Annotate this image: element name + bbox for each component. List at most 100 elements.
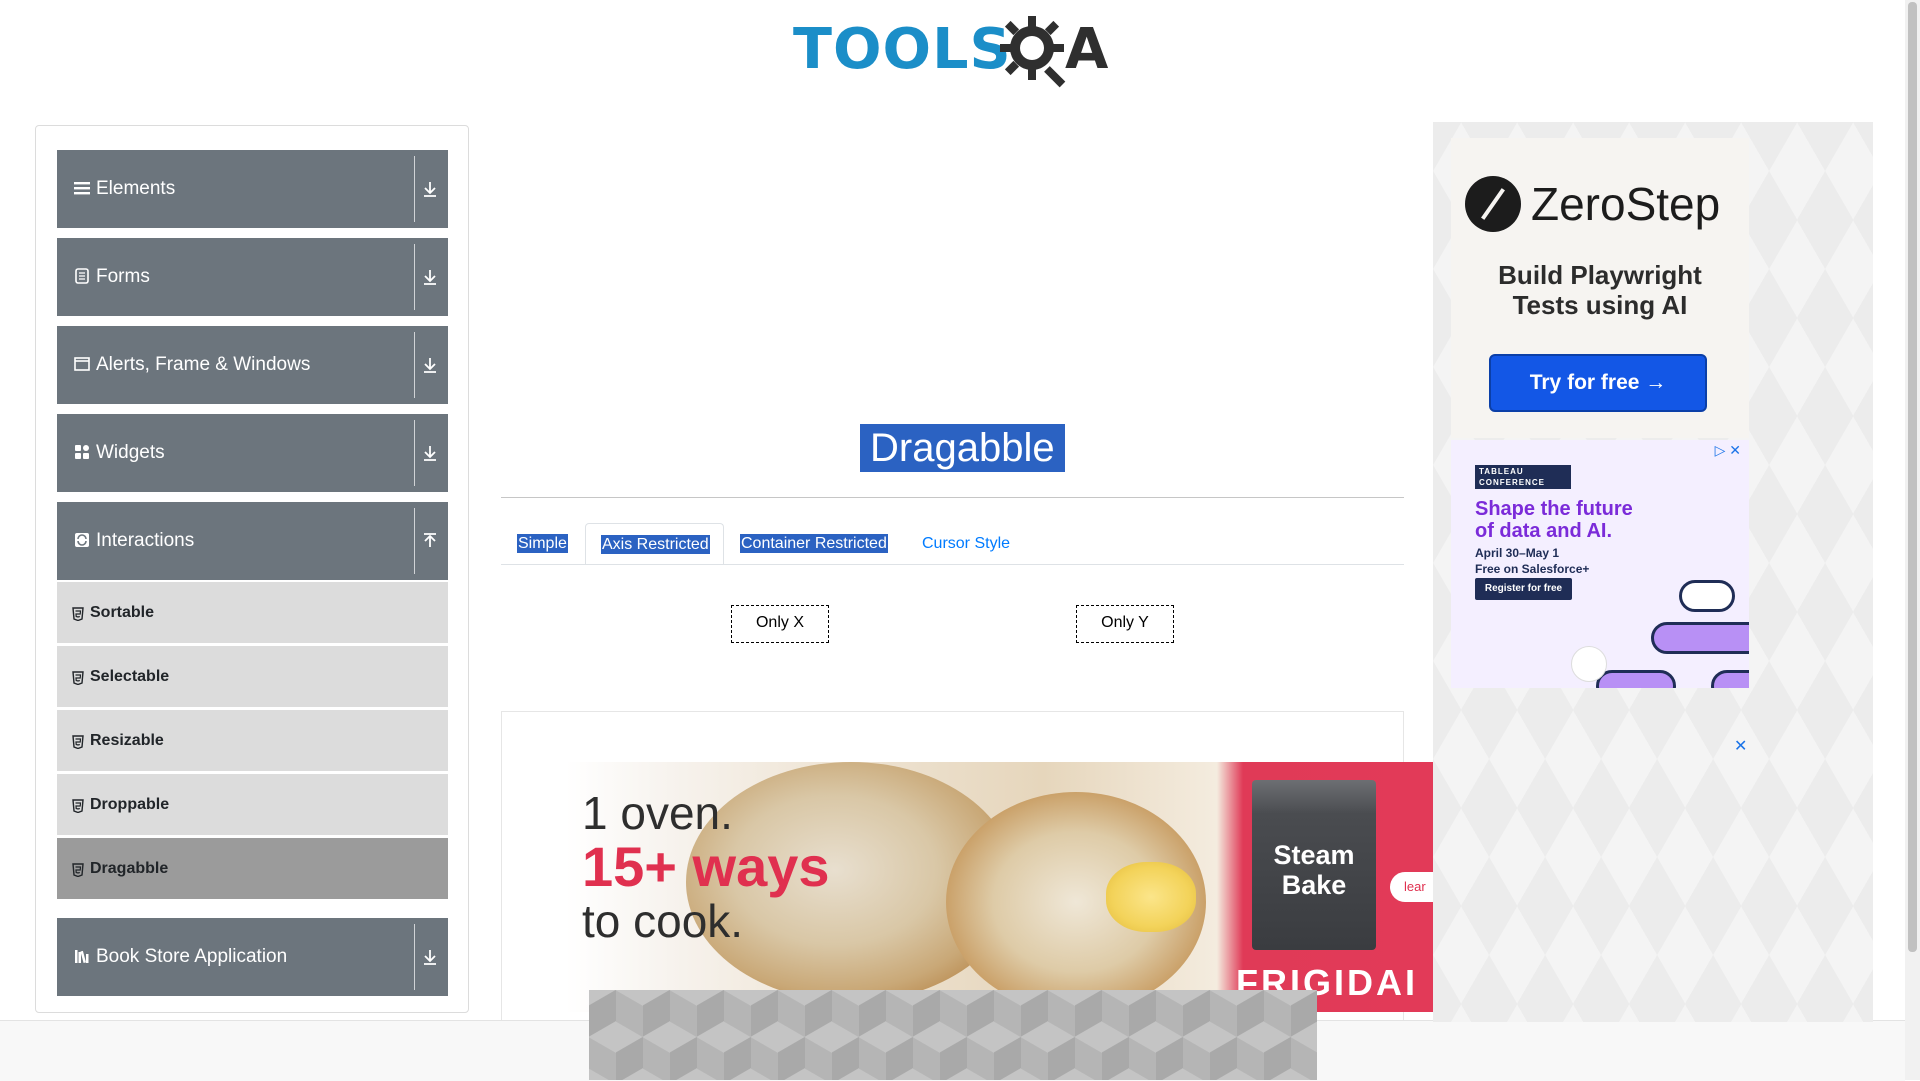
sidebar-group-label: Widgets — [96, 442, 165, 463]
ad-free-note: Free on Salesforce+ — [1475, 562, 1590, 576]
sidebar-item-sortable[interactable]: Sortable — [57, 581, 448, 643]
html5-icon — [72, 735, 84, 749]
tab-container-restricted[interactable]: Container Restricted — [740, 523, 888, 565]
zerostep-logo-icon — [1465, 176, 1521, 232]
sidebar-group-elements[interactable]: Elements — [57, 150, 448, 228]
ad-headline-3: to cook. — [582, 895, 744, 947]
download-arrow-icon[interactable] — [422, 356, 438, 374]
zerostep-ad[interactable]: ZeroStep Build Playwright Tests using AI… — [1451, 138, 1749, 438]
sidebar-group-interactions[interactable]: Interactions — [57, 502, 448, 580]
html5-icon — [72, 863, 84, 877]
divider — [414, 924, 415, 990]
sparkle-icon — [1571, 646, 1607, 682]
tab-label: Axis Restricted — [601, 535, 710, 554]
ad-tagline-line-1: Build Playwright — [1498, 260, 1702, 290]
tableau-ad[interactable]: ▷ ✕ TABLEAU CONFERENCE Shape the future … — [1451, 440, 1749, 688]
oven-label-steam: Steam — [1273, 840, 1355, 870]
sidebar-group-label: Forms — [96, 266, 150, 287]
try-for-free-button[interactable]: Try for free → — [1489, 354, 1707, 412]
tabs-underline — [501, 564, 1404, 565]
scrollbar-thumb[interactable] — [1908, 2, 1917, 952]
sidebar-item-label: Dragabble — [90, 860, 169, 877]
window-icon — [74, 357, 90, 371]
brand-line-2: CONFERENCE — [1479, 478, 1546, 487]
download-arrow-icon[interactable] — [422, 444, 438, 462]
oven-image: Steam Bake — [1252, 780, 1376, 950]
sidebar-group-label: Interactions — [96, 530, 195, 551]
sidebar-group-forms[interactable]: Forms — [57, 238, 448, 316]
interactions-icon — [75, 533, 89, 547]
sidebar-item-dragabble[interactable]: Dragabble — [57, 837, 448, 899]
sidebar-group-label: Elements — [96, 178, 176, 199]
divider — [414, 508, 415, 574]
oven-label-bake: Bake — [1281, 870, 1347, 900]
sidebar-item-resizable[interactable]: Resizable — [57, 709, 448, 771]
ad-headline-line-1: Shape the future — [1475, 498, 1633, 520]
frigidaire-ad[interactable]: 1 oven. 15+ ways to cook. Steam Bake FRI… — [566, 762, 1434, 1012]
books-icon — [75, 950, 89, 964]
sidebar-item-label: Selectable — [90, 668, 170, 685]
widgets-icon — [75, 445, 89, 459]
upload-arrow-icon[interactable] — [422, 532, 438, 550]
logo-text-a: A — [1065, 17, 1109, 82]
download-arrow-icon[interactable] — [422, 268, 438, 286]
divider — [414, 332, 415, 398]
title-divider — [501, 497, 1404, 498]
ad-headline-2: 15+ ways — [582, 835, 830, 898]
oven-label: Steam Bake — [1258, 840, 1370, 900]
sidebar-group-label: Alerts, Frame & Windows — [96, 354, 311, 375]
decorative-pill — [1711, 670, 1749, 688]
sidebar-group-book-store[interactable]: Book Store Application — [57, 918, 448, 996]
toolsqa-logo[interactable]: TOOLS A — [793, 14, 1115, 90]
brand-line-1: TABLEAU — [1479, 467, 1524, 476]
sidebar-group-widgets[interactable]: Widgets — [57, 414, 448, 492]
ad-tagline-line-2: Tests using AI — [1512, 290, 1688, 320]
ad-details: April 30–May 1 Free on Salesforce+ — [1475, 545, 1589, 577]
close-ad-icon[interactable]: ✕ — [1734, 736, 1747, 756]
html5-icon — [72, 607, 84, 621]
gear-magnifier-icon — [1000, 16, 1066, 88]
decorative-pill — [1651, 622, 1749, 654]
html5-icon — [72, 671, 84, 685]
tab-axis-restricted[interactable]: Axis Restricted — [585, 523, 724, 565]
ad-dates: April 30–May 1 — [1475, 546, 1560, 560]
left-sidebar: Elements Forms Alerts, Frame & Windows W… — [35, 125, 469, 1013]
form-icon — [75, 268, 89, 284]
tab-label: Simple — [517, 534, 568, 553]
ad-headline-line-2: of data and AI. — [1475, 520, 1613, 542]
ad-headline-1: 1 oven. — [582, 787, 733, 839]
sidebar-group-alerts[interactable]: Alerts, Frame & Windows — [57, 326, 448, 404]
tab-label: Cursor Style — [922, 535, 1011, 552]
divider — [414, 156, 415, 222]
ad-headline: Shape the future of data and AI. — [1475, 498, 1633, 542]
tab-cursor-style[interactable]: Cursor Style — [921, 523, 1011, 565]
sidebar-item-selectable[interactable]: Selectable — [57, 645, 448, 707]
logo-text-tools: TOOLS — [793, 17, 1012, 82]
ad-tagline: Build Playwright Tests using AI — [1451, 260, 1749, 320]
html5-icon — [72, 799, 84, 813]
draggable-only-y[interactable]: Only Y — [1076, 605, 1174, 643]
tableau-conference-logo: TABLEAU CONFERENCE — [1475, 465, 1571, 489]
learn-more-button[interactable]: lear — [1390, 872, 1434, 902]
tab-label: Container Restricted — [740, 534, 888, 553]
sidebar-item-droppable[interactable]: Droppable — [57, 773, 448, 835]
sidebar-item-label: Sortable — [90, 604, 155, 621]
hamburger-icon — [74, 182, 90, 195]
decorative-pill — [1596, 670, 1676, 688]
page-title: Dragabble — [860, 424, 1065, 472]
decorative-pill — [1679, 580, 1735, 612]
ad-brand: ZeroStep — [1531, 178, 1721, 230]
adchoices-icon[interactable]: ▷ ✕ — [1715, 442, 1741, 459]
page-scrollbar[interactable] — [1905, 0, 1920, 1080]
divider — [414, 244, 415, 310]
divider — [414, 420, 415, 486]
download-arrow-icon[interactable] — [422, 948, 438, 966]
download-arrow-icon[interactable] — [422, 180, 438, 198]
butter-image — [1106, 862, 1196, 932]
sidebar-item-label: Droppable — [90, 796, 170, 813]
register-button[interactable]: Register for free — [1475, 578, 1572, 600]
bottom-ad-banner[interactable] — [589, 990, 1317, 1080]
tab-simple[interactable]: Simple — [517, 523, 568, 565]
sidebar-group-label: Book Store Application — [96, 946, 288, 967]
draggable-only-x[interactable]: Only X — [731, 605, 829, 643]
